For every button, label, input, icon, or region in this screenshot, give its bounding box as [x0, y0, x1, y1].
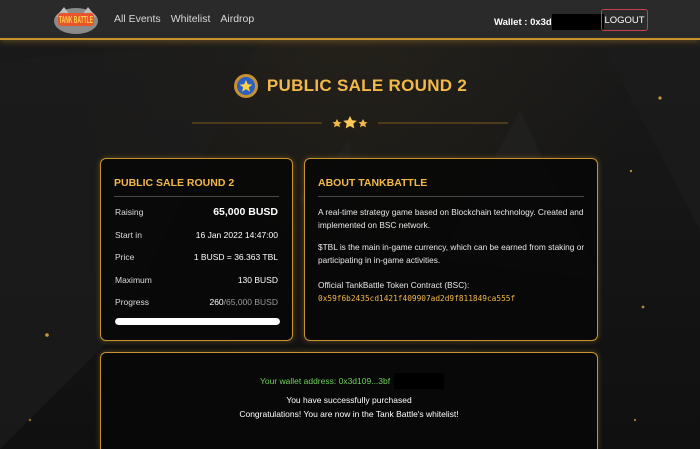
start-row: Start in 16 Jan 2022 14:47:00 [115, 228, 278, 242]
nav-airdrop[interactable]: Airdrop [220, 13, 254, 25]
page-title-row: PUBLIC SALE ROUND 2 [0, 71, 700, 101]
progress-row: Progress 260/65,000 BUSD [115, 295, 278, 309]
page-title: PUBLIC SALE ROUND 2 [266, 76, 468, 95]
wallet-label: Wallet : 0x3d [494, 16, 552, 28]
logo-text: TANK BATTLE [59, 15, 93, 26]
tank-battle-logo[interactable]: TANK BATTLE [50, 3, 102, 37]
nav-whitelist[interactable]: Whitelist [171, 13, 211, 25]
wallet-address-line: Your wallet address: 0x3d109...3bf [260, 373, 445, 389]
about-paragraph-2: $TBL is the main in-game currency, which… [318, 242, 585, 265]
maximum-value: 130 BUSD [237, 275, 278, 285]
top-navbar: TANK BATTLE All Events Whitelist Airdrop… [0, 0, 700, 40]
progress-bar [115, 318, 280, 325]
purchase-status-panel: Your wallet address: 0x3d109...3bf You h… [100, 352, 598, 449]
purchase-success-text: You have successfully purchased [286, 395, 412, 405]
sale-panel-title: PUBLIC SALE ROUND 2 [114, 177, 235, 189]
raising-value: 65,000 BUSD [213, 206, 278, 218]
badge-star-icon [233, 74, 258, 98]
divider [114, 196, 279, 197]
whitelist-congrats-text: Congratulations! You are now in the Tank… [239, 409, 459, 419]
maximum-row: Maximum 130 BUSD [115, 273, 278, 287]
logout-button[interactable]: LOGOUT [601, 9, 648, 31]
progress-label: Progress [115, 297, 150, 307]
progress-fill [115, 318, 280, 325]
about-panel-title: ABOUT TANKBATTLE [318, 177, 428, 189]
nav-all-events[interactable]: All Events [114, 13, 161, 25]
progress-value: 260/65,000 BUSD [209, 297, 278, 307]
wallet-address-text: Your wallet address: 0x3d109...3bf [260, 376, 391, 386]
raising-row: Raising 65,000 BUSD [115, 205, 278, 219]
wallet-redaction [551, 14, 604, 30]
contract-label: Official TankBattle Token Contract (BSC)… [318, 280, 470, 290]
start-label: Start in [115, 230, 142, 240]
main-nav: All Events Whitelist Airdrop [114, 13, 254, 25]
maximum-label: Maximum [115, 275, 152, 285]
three-stars-icon [192, 116, 508, 129]
sale-info-panel: PUBLIC SALE ROUND 2 Raising 65,000 BUSD … [100, 158, 293, 341]
about-panel: ABOUT TANKBATTLE A real-time strategy ga… [304, 158, 598, 341]
start-value: 16 Jan 2022 14:47:00 [195, 230, 278, 240]
price-value: 1 BUSD = 36.363 TBL [193, 252, 278, 262]
price-row: Price 1 BUSD = 36.363 TBL [115, 250, 278, 264]
wallet-redaction [394, 373, 445, 389]
contract-address-link[interactable]: 0x59f6b2435cd1421f409907ad2d9f811849ca55… [318, 294, 515, 303]
progress-total: /65,000 BUSD [223, 297, 278, 307]
raising-label: Raising [115, 207, 144, 217]
wallet-display: Wallet : 0x3d [494, 14, 604, 30]
divider [318, 196, 584, 197]
about-paragraph-1: A real-time strategy game based on Block… [318, 207, 584, 230]
progress-current: 260 [209, 297, 224, 307]
price-label: Price [115, 252, 135, 262]
